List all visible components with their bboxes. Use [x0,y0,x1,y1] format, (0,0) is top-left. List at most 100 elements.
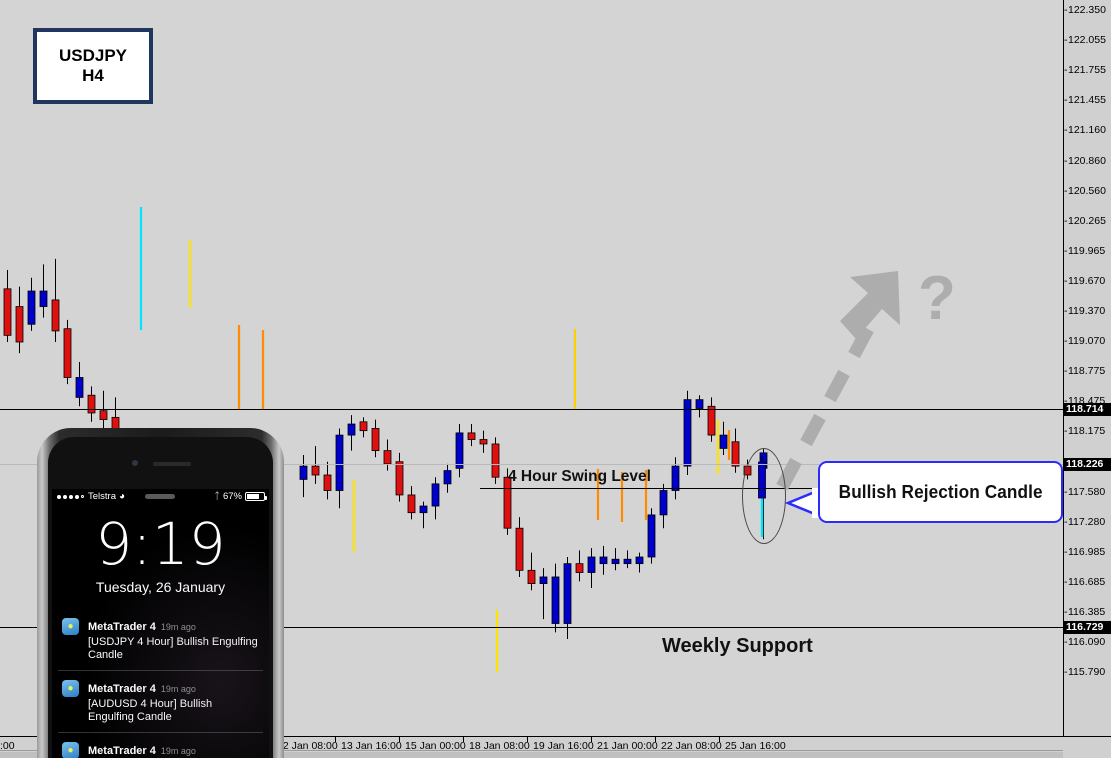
notification-app-name: MetaTrader 4 [88,683,156,695]
metatrader-app-icon: ● [62,680,79,697]
candlestick [383,439,392,471]
price-tick: -120.560 [1064,184,1106,197]
status-bar-right: ᛏ 67% [214,489,267,504]
candlestick [419,501,428,529]
price-tick: -116.685 [1064,575,1106,588]
metatrader-app-icon: ● [62,742,79,758]
phone-bezel: Telstra ◕ ᛏ 67% 9:19 Tuesday, 26 January… [48,437,273,758]
candlestick [407,486,416,520]
candlestick [719,421,728,456]
notification-body: [USDJPY 4 Hour] Bullish Engulfing Candle [88,636,258,661]
candlestick [647,508,656,564]
candlestick [371,419,380,458]
battery-icon [245,492,267,501]
price-tick: -117.580 [1064,485,1106,498]
candlestick [707,397,716,442]
price-tick: -120.860 [1064,154,1106,167]
price-tick: -119.070 [1064,335,1106,348]
callout-label: Bullish Rejection Candle [838,481,1043,502]
candlestick [695,395,704,418]
earpiece-speaker-icon [153,462,191,466]
candlestick [587,548,596,589]
price-tick: -116.985 [1064,545,1106,558]
candlestick [623,550,632,569]
candlestick [443,463,452,493]
swing-level-annotation: 4 Hour Swing Level [508,468,651,485]
price-tick: -117.280 [1064,515,1106,528]
candlestick [347,415,356,451]
price-tick: -122.350 [1064,4,1106,16]
callout-tail-icon [784,487,822,519]
candlestick [27,277,36,331]
notification-item[interactable]: ● MetaTrader 4 19m ago [USDJPY 4 Hour] Bull… [58,609,263,670]
candlestick [75,361,84,407]
price-tick: -119.670 [1064,274,1106,287]
question-mark-annotation: ? [918,264,956,333]
price-axis[interactable]: -122.350 -122.055 -121.755 -121.455 -121.160… [1063,0,1111,736]
candlestick [39,264,48,318]
candlestick [491,437,500,484]
price-tick-highlighted: 118.226 [1064,458,1111,471]
candlestick [659,483,668,529]
trading-chart-screenshot: -122.350 -122.055 -121.755 -121.455 -121.160… [0,0,1111,758]
candlestick [515,517,524,577]
notification-timestamp: 19m ago [160,746,196,756]
iphone-device: Telstra ◕ ᛏ 67% 9:19 Tuesday, 26 January… [37,428,284,758]
candlestick [611,548,620,571]
symbol-badge: USDJPY H4 [33,28,153,104]
weekly-support-annotation: Weekly Support [662,635,813,657]
candlestick [635,552,644,573]
candlestick [87,386,96,422]
notification-item[interactable]: ● MetaTrader 4 19m ago [AUDUSD 4 Hour] Bull… [58,670,263,732]
notification-list[interactable]: ● MetaTrader 4 19m ago [USDJPY 4 Hour] Bull… [58,609,263,758]
price-tick: -121.755 [1064,64,1106,77]
notification-timestamp: 19m ago [160,684,196,694]
price-tick-highlighted: 116.729 [1064,621,1111,634]
carrier-label: Telstra [88,491,116,502]
candlestick [479,430,488,453]
notification-app-name: MetaTrader 4 [88,621,156,633]
price-tick: -119.370 [1064,305,1106,317]
price-tick: -118.775 [1064,365,1106,378]
candlestick [599,545,608,575]
phone-lockscreen[interactable]: Telstra ◕ ᛏ 67% 9:19 Tuesday, 26 January… [52,489,269,758]
metatrader-app-icon: ● [62,618,79,635]
candlestick [539,568,548,620]
candlestick [311,446,320,484]
candlestick [731,428,740,473]
bullish-rejection-callout: Bullish Rejection Candle [818,461,1063,523]
notification-item[interactable]: ●MetaTrader 419m ago[AUDJPY 4 Hour] Bull… [58,732,263,758]
price-tick: -119.965 [1064,244,1106,257]
candlestick [575,550,584,582]
signal-strength-icon [57,494,84,499]
status-bar-pill [145,494,175,499]
timeframe-label: H4 [82,66,104,85]
price-tick-highlighted: 118.714 [1064,403,1111,416]
bluetooth-icon: ᛏ [214,491,220,502]
candlestick [63,319,72,385]
candlestick [395,452,404,502]
notification-app-name: MetaTrader 4 [88,745,156,757]
lockscreen-date: Tuesday, 26 January [95,579,226,595]
status-bar: Telstra ◕ ᛏ 67% [52,489,269,504]
price-tick: -116.090 [1064,636,1106,649]
candlestick [551,563,560,633]
price-tick: -120.265 [1064,214,1106,227]
candlestick [455,424,464,478]
price-tick: -121.160 [1064,124,1106,137]
candlestick [299,455,308,498]
price-tick: -121.455 [1064,94,1106,107]
candlestick [51,258,60,343]
candlestick [431,477,440,520]
symbol-label: USDJPY [58,46,128,65]
candlestick [323,461,332,500]
candlestick [467,424,476,447]
rejection-candle-highlight-ellipse [742,448,786,544]
lockscreen-clock: 9:19 [95,510,226,578]
candlestick [15,286,24,354]
candlestick [335,428,344,509]
battery-percent-label: 67% [222,491,242,502]
candlestick [683,390,692,475]
notification-timestamp: 19m ago [160,622,196,632]
price-tick: -116.385 [1064,606,1106,618]
